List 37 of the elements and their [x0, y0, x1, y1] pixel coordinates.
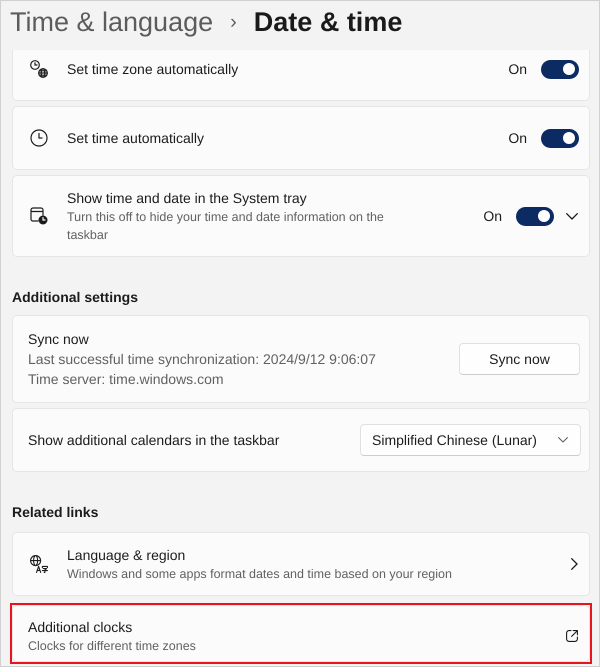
breadcrumb-separator: › — [230, 10, 237, 35]
toggle-state-label: On — [508, 60, 527, 79]
globe-letters-icon — [30, 555, 48, 573]
breadcrumb-parent[interactable]: Time & language — [10, 4, 214, 40]
clock-globe-icon — [30, 60, 48, 78]
setting-title: Show additional calendars in the taskbar — [28, 431, 280, 450]
toggle-state-label: On — [483, 207, 502, 226]
link-description: Clocks for different time zones — [28, 638, 196, 655]
setting-card[interactable]: Show time and date in the System tray Turn this off to hide your time and date information on the taskbar On — [12, 175, 590, 257]
toggle-switch[interactable] — [541, 60, 579, 78]
external-link-icon — [566, 630, 578, 642]
page-title: Date & time — [254, 6, 402, 39]
toggle-switch[interactable] — [516, 206, 554, 226]
dropdown-value: Simplified Chinese (Lunar) — [372, 432, 537, 448]
chevron-down-icon[interactable] — [566, 212, 578, 220]
chevron-right-icon — [571, 558, 578, 570]
setting-description: Turn this off to hide your time and date information on the taskbar — [67, 209, 385, 244]
calendar-dropdown[interactable]: Simplified Chinese (Lunar) — [360, 424, 581, 456]
clock-icon — [30, 129, 48, 147]
setting-title: Sync now — [28, 330, 89, 349]
chevron-down-icon — [558, 437, 568, 443]
section-heading: Related links — [12, 503, 98, 522]
setting-detail: Time server: time.windows.com — [28, 370, 224, 389]
toggle-switch[interactable] — [541, 128, 579, 148]
link-title: Additional clocks — [28, 618, 132, 637]
section-heading: Additional settings — [12, 288, 138, 307]
setting-title: Show time and date in the System tray — [67, 189, 307, 208]
link-card[interactable]: Language & region Windows and some apps format dates and time based on your region — [12, 532, 590, 596]
calendar-clock-icon — [30, 207, 48, 225]
link-title: Language & region — [67, 546, 186, 565]
setting-detail: Last successful time synchronization: 2024/9/12 9:06:07 — [28, 350, 376, 369]
setting-title: Set time automatically — [67, 129, 204, 148]
setting-title: Set time zone automatically — [67, 60, 238, 79]
link-card[interactable]: Additional clocks Clocks for different time zones — [12, 605, 590, 662]
toggle-state-label: On — [508, 129, 527, 148]
link-description: Windows and some apps format dates and time based on your region — [67, 566, 452, 583]
sync-now-button[interactable]: Sync now — [459, 343, 580, 375]
